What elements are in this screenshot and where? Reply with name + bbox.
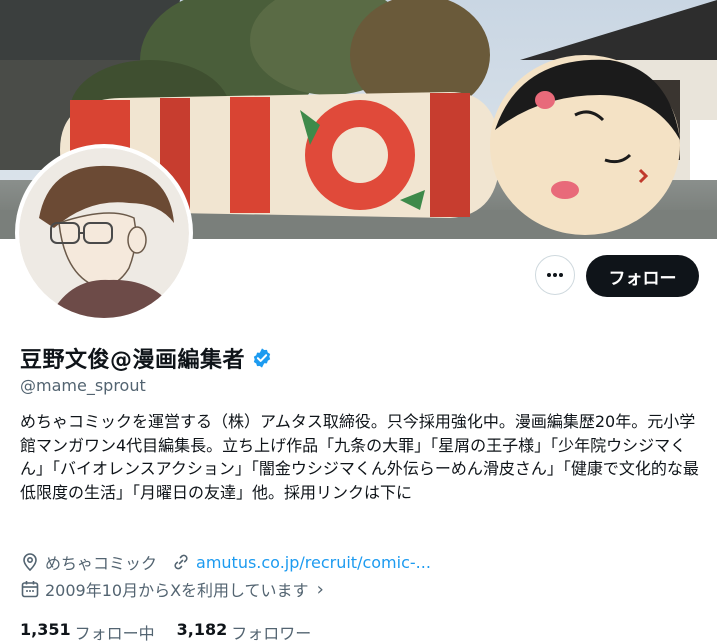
joined-text: 2009年10月からXを利用しています [45, 581, 309, 600]
chevron-right-icon: › [316, 578, 324, 600]
verified-badge-icon[interactable] [251, 347, 273, 369]
calendar-icon [21, 581, 39, 598]
location-pin-icon [23, 553, 37, 572]
following-stat[interactable]: 1,351 フォロー中 [20, 620, 155, 644]
following-count: 1,351 [20, 620, 71, 639]
profile-meta-row: めちゃコミック amutus.co.jp/recruit/comic-... [20, 550, 445, 574]
followers-label: フォロワー [231, 624, 312, 643]
name-row: 豆野文俊@漫画編集者 [20, 342, 273, 374]
website-link[interactable]: amutus.co.jp/recruit/comic-... [196, 553, 431, 572]
link-icon [174, 554, 188, 570]
more-horizontal-icon [547, 273, 563, 277]
followers-count: 3,182 [176, 620, 228, 639]
follow-stats: 1,351 フォロー中 3,182 フォロワー [20, 620, 333, 644]
followers-stat[interactable]: 3,182 フォロワー [177, 620, 312, 644]
location-text: めちゃコミック [45, 554, 158, 573]
avatar-image [19, 148, 189, 318]
handle: @mame_sprout [20, 376, 146, 395]
location-item: めちゃコミック [20, 550, 157, 574]
joined-row[interactable]: 2009年10月からXを利用しています › [20, 577, 324, 601]
avatar[interactable] [19, 148, 189, 318]
follow-button[interactable]: フォロー [586, 255, 699, 297]
more-options-button[interactable] [535, 255, 575, 295]
website-item[interactable]: amutus.co.jp/recruit/comic-... [171, 552, 431, 572]
following-label: フォロー中 [74, 624, 155, 643]
bio: めちゃコミックを運営する（株）アムタス取締役。只今採用強化中。漫画編集歴20年。… [20, 412, 699, 502]
display-name: 豆野文俊@漫画編集者 [20, 348, 246, 373]
